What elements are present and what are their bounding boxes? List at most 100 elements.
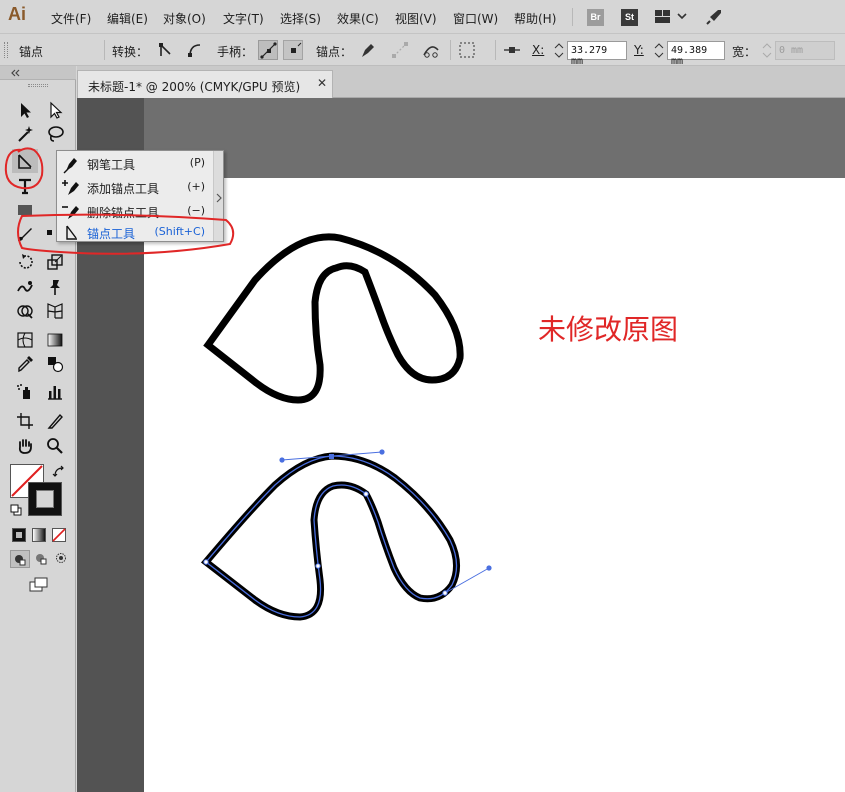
default-colors-button[interactable] — [10, 504, 22, 516]
bridge-badge[interactable]: Br — [587, 9, 604, 26]
menu-window[interactable]: 窗口(W) — [453, 10, 498, 27]
remove-anchor-button[interactable] — [358, 40, 378, 60]
convert-to-corner-button[interactable] — [155, 40, 175, 60]
shape-builder-tool[interactable] — [12, 299, 38, 323]
controlbar-separator — [104, 40, 105, 60]
tools-grip[interactable] — [28, 84, 48, 87]
selection-tool[interactable] — [12, 98, 38, 122]
blend-tool[interactable] — [42, 352, 68, 376]
flyout-item-delete-anchor[interactable]: 删除锚点工具 (−) — [57, 200, 223, 223]
perspective-grid-icon — [47, 303, 63, 319]
grip-handle[interactable] — [4, 42, 8, 58]
stroke-swatch[interactable] — [28, 482, 62, 516]
rotate-tool[interactable] — [12, 250, 38, 274]
y-field[interactable]: 49.389 mm — [667, 41, 725, 67]
artboard-tool[interactable] — [12, 409, 38, 433]
scale-tool[interactable] — [42, 250, 68, 274]
slice-tool[interactable] — [42, 409, 68, 433]
puppet-warp-tool[interactable] — [42, 275, 68, 299]
menu-file[interactable]: 文件(F) — [51, 10, 91, 27]
width-spinner[interactable] — [761, 41, 773, 60]
show-handles-button[interactable] — [258, 40, 278, 60]
handle-label: 手柄： — [217, 45, 254, 59]
flyout-item-shortcut: (+) — [187, 180, 205, 193]
eyedropper-tool[interactable] — [12, 352, 38, 376]
flyout-item-anchor-point[interactable]: 锚点工具 (Shift+C) — [47, 223, 223, 242]
type-t-icon — [19, 178, 31, 195]
flyout-item-label: 锚点工具 — [87, 227, 136, 241]
arrange-documents-button[interactable] — [655, 10, 687, 24]
color-mode-button[interactable] — [12, 528, 26, 542]
y-spinner[interactable] — [653, 41, 665, 60]
flyout-item-shortcut: (−) — [187, 204, 205, 217]
direct-selection-tool[interactable] — [42, 98, 68, 122]
menu-object[interactable]: 对象(O) — [163, 10, 206, 27]
artboard[interactable] — [144, 178, 845, 792]
anchor-point-tool-selected[interactable] — [12, 149, 38, 173]
hide-handles-button[interactable] — [283, 40, 303, 60]
draw-behind-button[interactable] — [32, 550, 50, 568]
gpu-performance-button[interactable] — [704, 7, 724, 27]
cut-path-button[interactable] — [421, 40, 441, 60]
column-graph-tool[interactable] — [42, 380, 68, 404]
knife-slice-icon — [47, 413, 63, 429]
document-tab[interactable]: 未标题-1* @ 200% (CMYK/GPU 预览) ✕ — [77, 70, 333, 98]
tools-panel-header[interactable] — [0, 66, 76, 80]
x-field[interactable]: 33.279 mm — [567, 41, 627, 67]
gradient-mode-button[interactable] — [32, 528, 46, 542]
magic-wand-tool[interactable] — [12, 122, 38, 146]
hide-handles-icon — [291, 42, 302, 53]
hand-tool[interactable] — [12, 434, 38, 458]
warp-tool[interactable] — [12, 275, 38, 299]
lasso-tool[interactable] — [42, 122, 68, 146]
x-spinner[interactable] — [553, 41, 565, 60]
rectangle-tool[interactable] — [12, 198, 38, 222]
delete-anchor-icon — [62, 206, 79, 219]
pasteboard-top[interactable] — [144, 98, 845, 178]
stock-badge[interactable]: St — [621, 9, 638, 26]
menu-effect[interactable]: 效果(C) — [337, 10, 379, 27]
connect-anchors-button[interactable] — [390, 40, 410, 60]
width-field[interactable]: 0 mm — [775, 41, 835, 60]
pen-icon — [63, 158, 77, 174]
swap-fill-stroke-button[interactable] — [52, 465, 66, 479]
menu-edit[interactable]: 编辑(E) — [107, 10, 148, 27]
isolate-selection-button[interactable] — [458, 40, 488, 60]
tearoff-handle[interactable] — [213, 151, 223, 241]
draw-inside-icon — [56, 553, 66, 563]
gradient-icon — [47, 333, 63, 347]
magnifier-icon — [47, 438, 63, 454]
controlbar-separator — [450, 40, 451, 60]
anchor-point-icon — [66, 225, 77, 240]
symbol-sprayer-tool[interactable] — [12, 380, 38, 404]
menu-type[interactable]: 文字(T) — [223, 10, 264, 27]
none-mode-button[interactable] — [52, 528, 66, 542]
collapse-panel-icon — [11, 69, 20, 77]
mesh-tool[interactable] — [12, 328, 38, 352]
controlbar-separator — [495, 40, 496, 60]
flyout-item-add-anchor[interactable]: 添加锚点工具 (+) — [57, 176, 223, 199]
menu-select[interactable]: 选择(S) — [280, 10, 321, 27]
flyout-item-pen[interactable]: 钢笔工具 (P) — [57, 152, 223, 175]
flyout-item-label: 添加锚点工具 — [87, 182, 160, 196]
zoom-tool[interactable] — [42, 434, 68, 458]
screen-mode-icon — [29, 577, 48, 592]
menu-view[interactable]: 视图(V) — [395, 10, 437, 27]
type-tool[interactable] — [12, 174, 38, 198]
draw-inside-button[interactable] — [52, 550, 70, 568]
spinner-arrows-icon — [554, 43, 564, 58]
show-handles-icon — [260, 42, 277, 59]
document-tab-bar: 未标题-1* @ 200% (CMYK/GPU 预览) ✕ — [77, 66, 845, 98]
gradient-tool[interactable] — [42, 328, 68, 352]
paintbrush-tool[interactable] — [12, 222, 38, 246]
swap-arrow-icon — [52, 465, 64, 477]
align-anchor-button[interactable] — [502, 40, 522, 60]
app-logo: Ai — [8, 4, 26, 24]
change-screen-mode-button[interactable] — [28, 576, 50, 594]
draw-normal-button[interactable] — [10, 550, 30, 568]
mesh-icon — [17, 332, 33, 348]
menu-help[interactable]: 帮助(H) — [514, 10, 556, 27]
convert-to-smooth-button[interactable] — [185, 40, 205, 60]
close-icon[interactable]: ✕ — [317, 76, 327, 90]
perspective-grid-tool[interactable] — [42, 299, 68, 323]
